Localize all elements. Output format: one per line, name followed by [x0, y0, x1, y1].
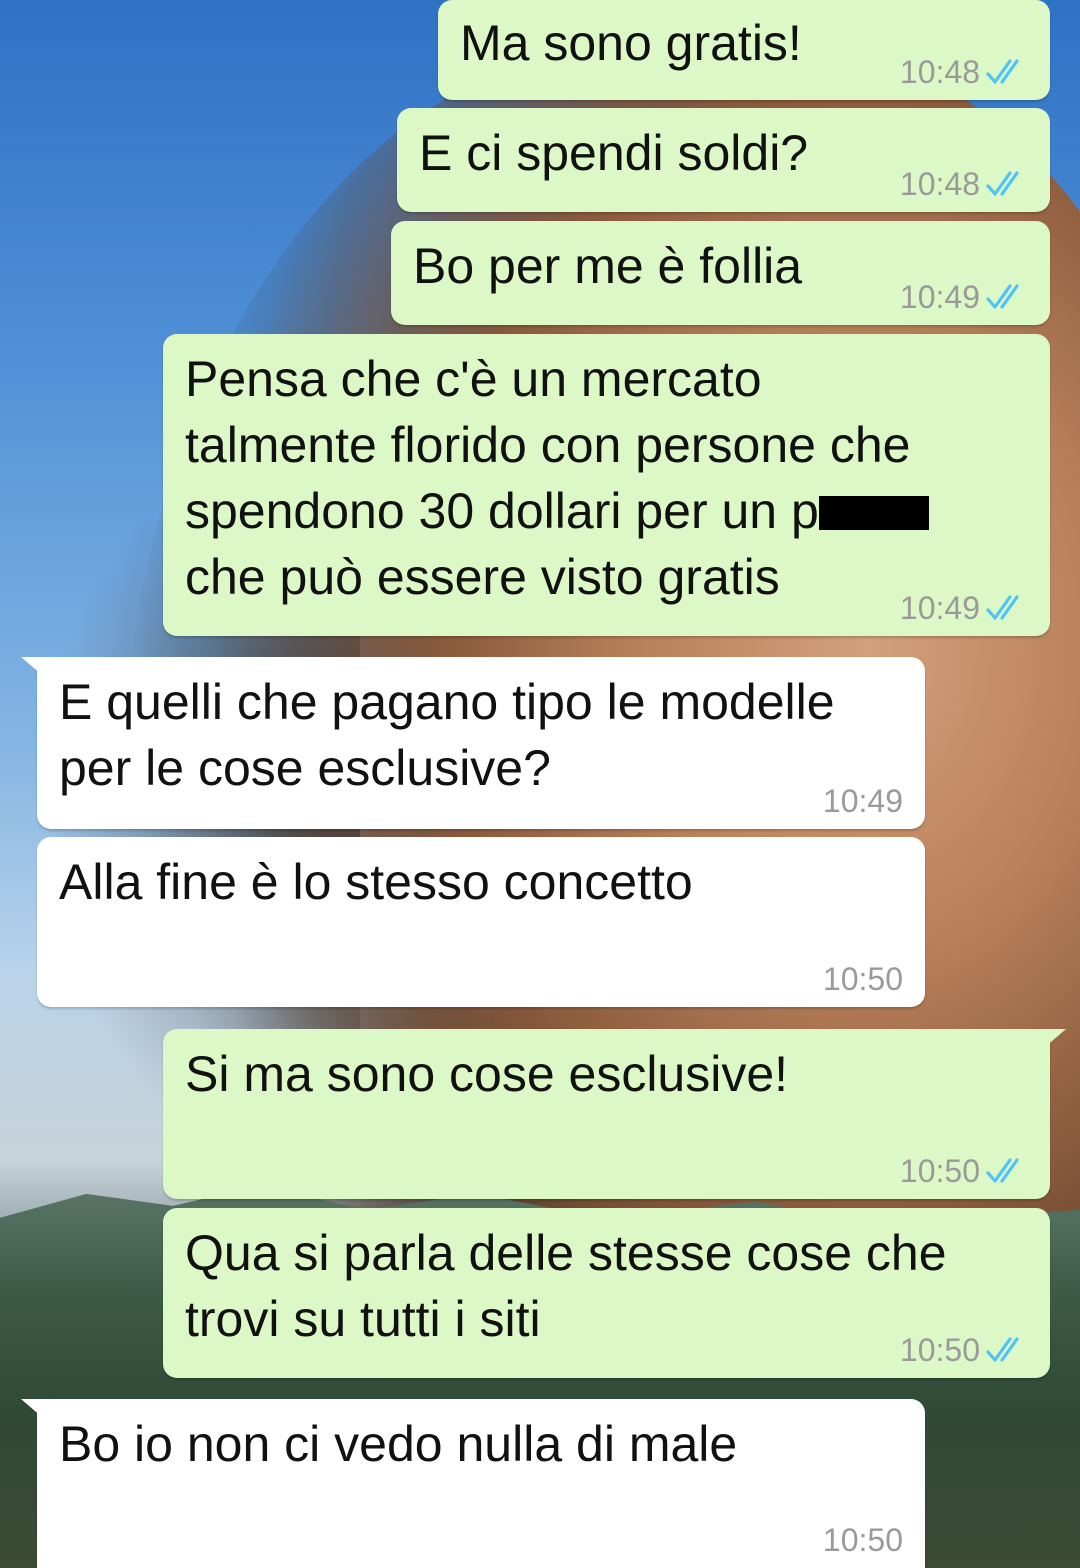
message-bubble-outgoing[interactable]: Si ma sono cose esclusive! 10:50 [163, 1029, 1066, 1199]
message-text-line: Qua si parla delle stesse cose che [185, 1225, 947, 1281]
message-meta: 10:48 [900, 54, 1028, 90]
double-check-read-icon [986, 595, 1019, 620]
message-time: 10:49 [822, 783, 903, 819]
message-bubble-outgoing[interactable]: Pensa che c'è un mercato talmente florid… [163, 334, 1050, 636]
message-time: 10:50 [822, 1522, 903, 1558]
double-check-read-icon [986, 171, 1019, 196]
double-check-read-icon [986, 1158, 1019, 1183]
message-time: 10:49 [899, 590, 980, 626]
message-bubble-incoming[interactable]: E quelli che pagano tipo le modelle per … [21, 657, 925, 829]
message-meta: 10:50 [823, 1522, 903, 1558]
double-check-read-icon [986, 1337, 1019, 1362]
message-time: 10:48 [899, 54, 980, 90]
message-time: 10:49 [899, 279, 980, 315]
message-meta: 10:50 [900, 1153, 1028, 1189]
redaction-bar [818, 496, 929, 530]
message-text-line: spendono 30 dollari per un p [185, 478, 1028, 544]
double-check-read-icon [986, 284, 1019, 309]
message-meta: 10:48 [900, 166, 1028, 202]
message-text: Alla fine è lo stesso concetto [59, 854, 693, 910]
message-text-line: talmente florido con persone che [185, 417, 911, 473]
message-bubble-outgoing[interactable]: Qua si parla delle stesse cose che trovi… [163, 1208, 1050, 1378]
message-bubble-incoming[interactable]: Bo io non ci vedo nulla di male 10:50 [21, 1399, 925, 1568]
message-meta: 10:49 [900, 279, 1028, 315]
message-text-line: per le cose esclusive? [59, 740, 551, 796]
message-meta: 10:50 [900, 1332, 1028, 1368]
message-text: Si ma sono cose esclusive! [185, 1046, 789, 1102]
message-time: 10:48 [899, 166, 980, 202]
message-text-fragment: spendono 30 dollari per un p [185, 483, 819, 539]
message-bubble-outgoing[interactable]: Bo per me è follia 10:49 [391, 221, 1050, 325]
message-meta: 10:50 [823, 961, 903, 997]
message-bubble-incoming[interactable]: Alla fine è lo stesso concetto 10:50 [37, 837, 925, 1007]
message-time: 10:50 [822, 961, 903, 997]
message-meta: 10:49 [823, 783, 903, 819]
message-bubble-outgoing[interactable]: Ma sono gratis! 10:48 [438, 0, 1050, 100]
message-text: Bo io non ci vedo nulla di male [59, 1416, 738, 1472]
double-check-read-icon [986, 59, 1019, 84]
message-meta: 10:49 [900, 590, 1028, 626]
message-text-line: E quelli che pagano tipo le modelle [59, 674, 835, 730]
message-time: 10:50 [899, 1332, 980, 1368]
message-text-line: Pensa che c'è un mercato [185, 351, 762, 407]
message-bubble-outgoing[interactable]: E ci spendi soldi? 10:48 [397, 108, 1050, 212]
message-time: 10:50 [899, 1153, 980, 1189]
